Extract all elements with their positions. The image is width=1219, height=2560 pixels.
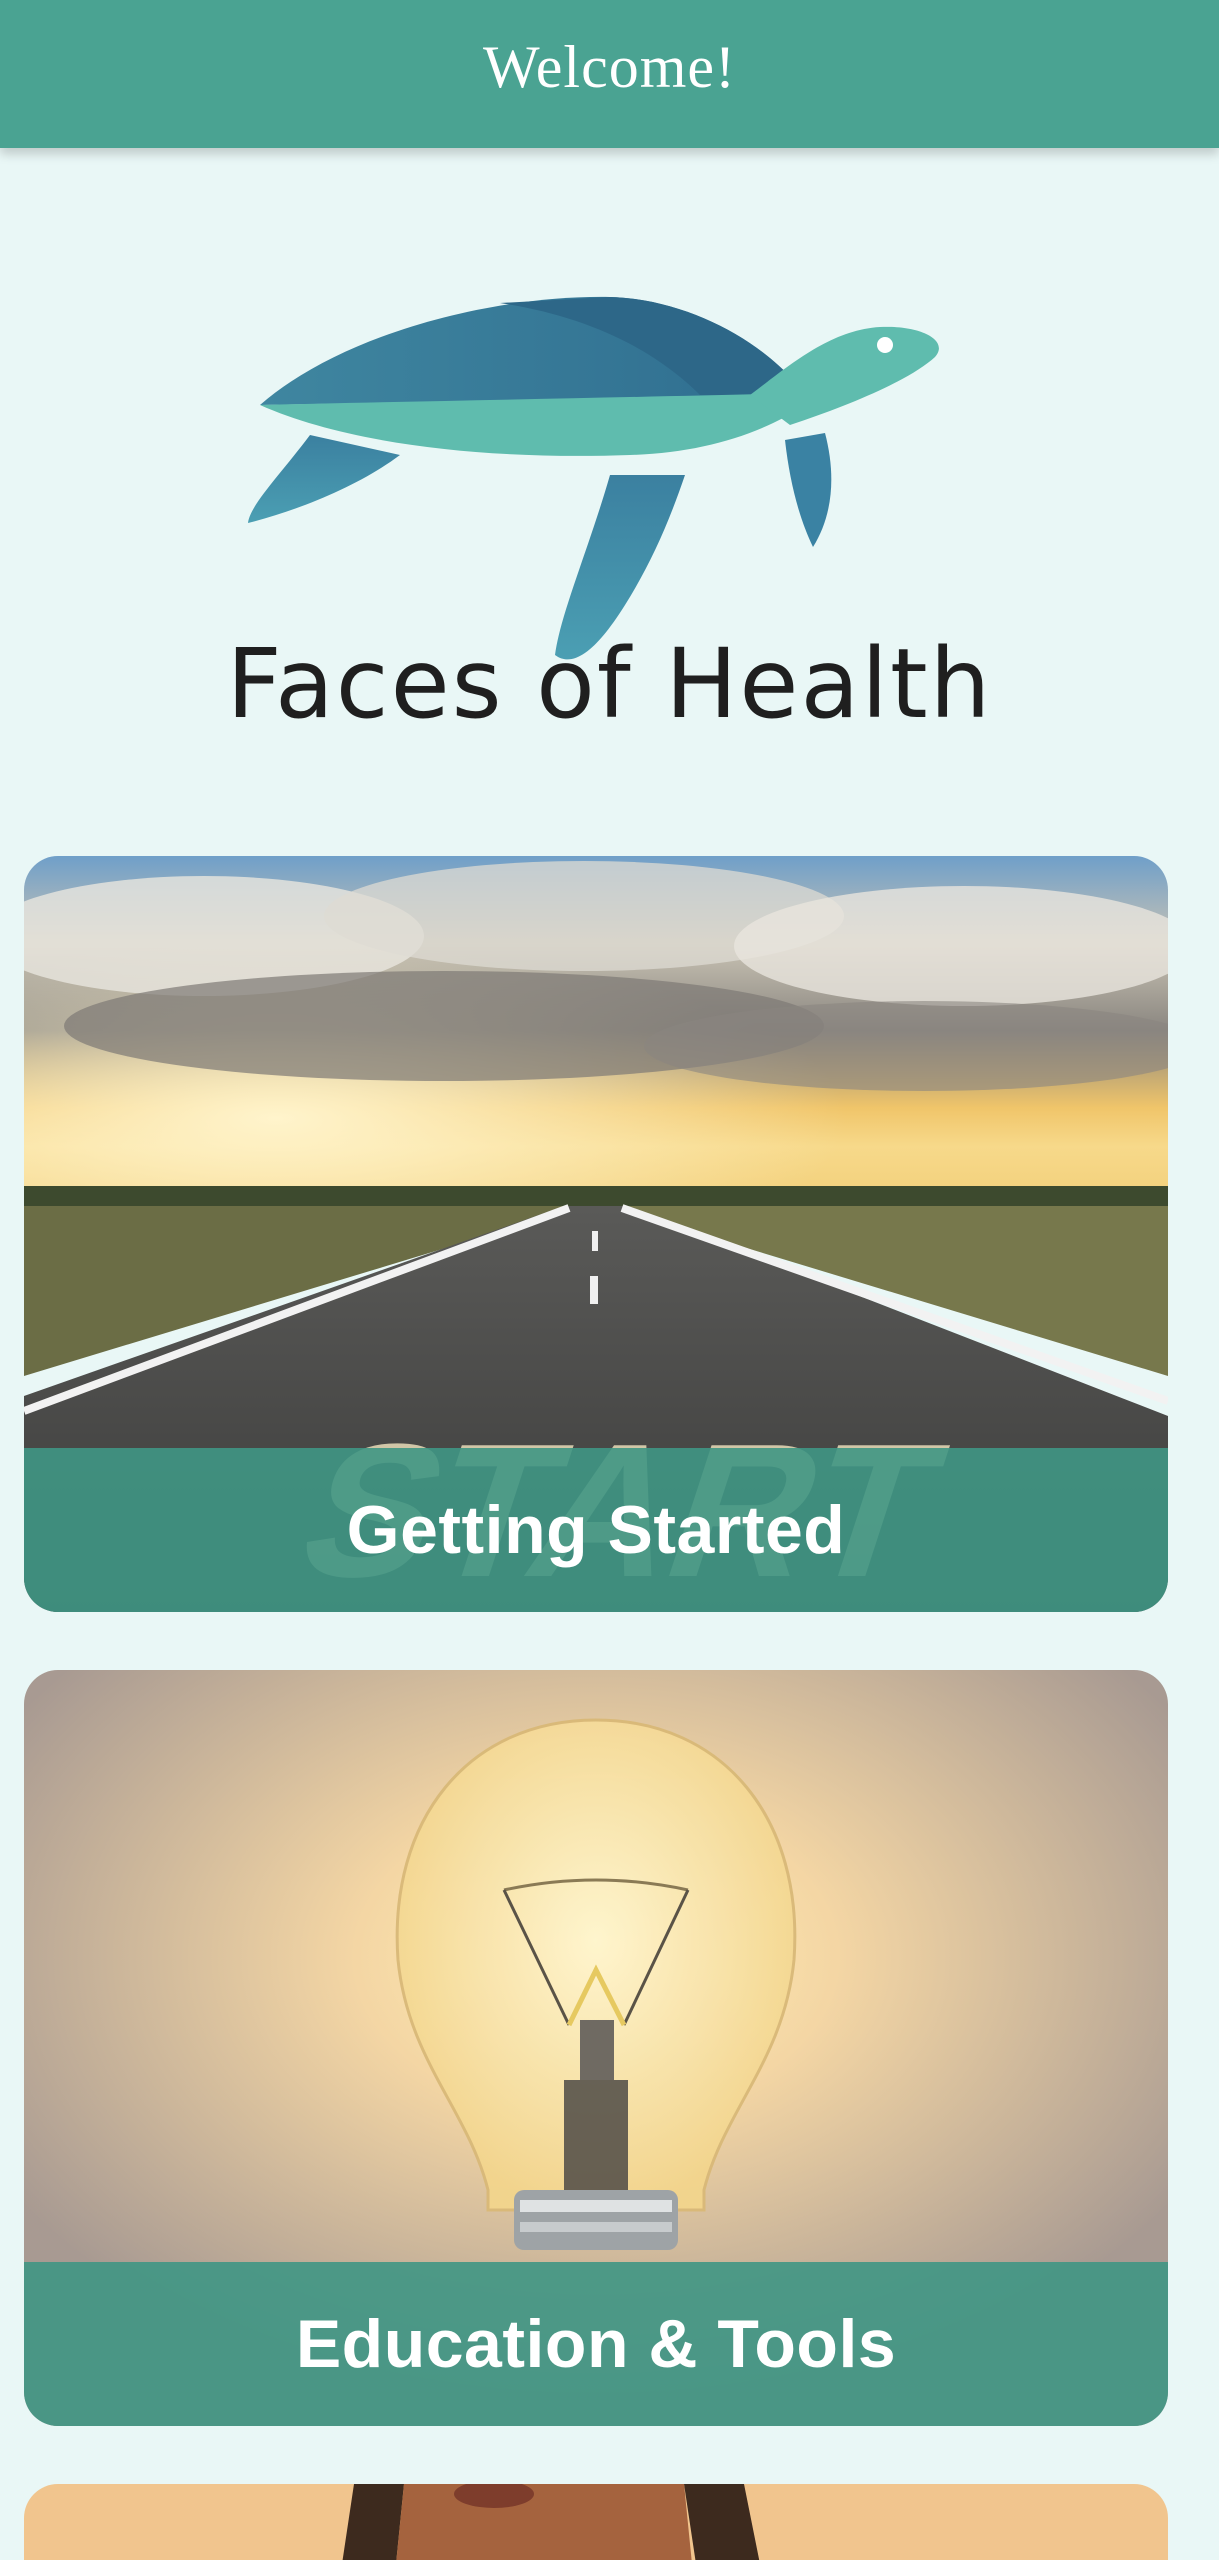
getting-started-label-band: Getting Started — [24, 1448, 1168, 1612]
person-portrait-photo — [24, 2484, 1168, 2560]
portrait-card[interactable] — [24, 2484, 1168, 2560]
getting-started-card[interactable]: START Getting Started — [24, 856, 1168, 1612]
getting-started-label: Getting Started — [346, 1492, 846, 1568]
home-screen: Welcome! Faces of Health Getting Started… — [0, 0, 1219, 2560]
education-tools-label: Education & Tools — [295, 2306, 897, 2382]
app-header: Welcome! — [0, 0, 1219, 148]
brand-name: Faces of Health — [226, 628, 993, 740]
education-tools-label-band: Education & Tools — [24, 2262, 1168, 2426]
header-title: Welcome! — [482, 33, 737, 100]
education-tools-card[interactable]: Education & Tools — [24, 1670, 1168, 2426]
